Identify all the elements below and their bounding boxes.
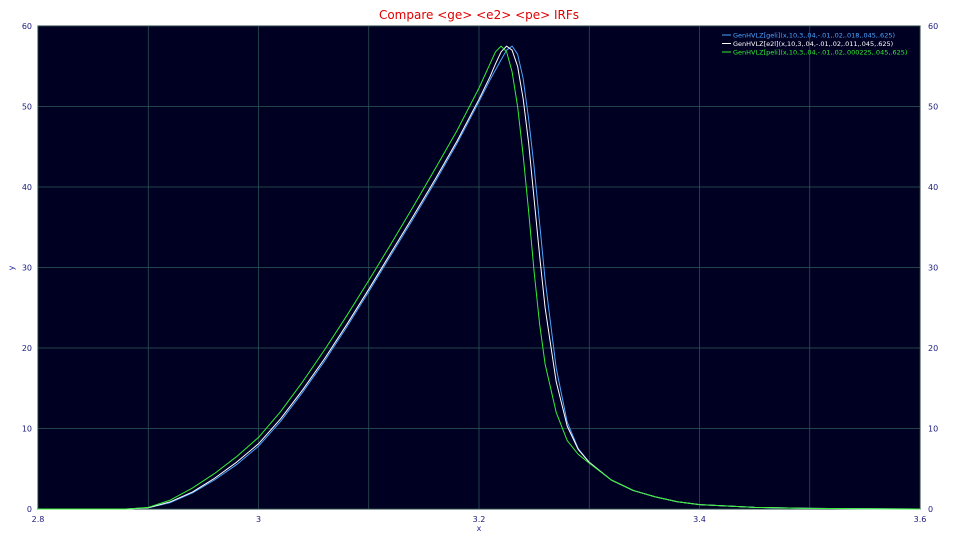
x-axis-label: x xyxy=(477,524,482,533)
legend-label: GenHVLZ[e2l](x,10,3,.04,-.01,.02,.011,.0… xyxy=(733,40,893,48)
x-axis: 2.8 3 3.2 3.4 3.6 xyxy=(32,515,927,524)
y-tick-label-left: 60 xyxy=(22,22,32,31)
y-tick-label-right: 30 xyxy=(928,264,938,273)
y-tick-label-left: 0 xyxy=(27,505,32,514)
x-tick-label: 3.6 xyxy=(914,515,927,524)
x-tick-label: 3.4 xyxy=(693,515,706,524)
y-tick-label-right: 10 xyxy=(928,425,938,434)
y-axis-right: 0 10 20 30 40 50 60 xyxy=(928,22,938,514)
x-tick-label: 3 xyxy=(256,515,261,524)
chart-title: Compare <ge> <e2> <pe> IRFs xyxy=(379,8,579,22)
x-tick-label: 3.2 xyxy=(473,515,486,524)
y-tick-label-right: 0 xyxy=(928,505,933,514)
x-tick-label: 2.8 xyxy=(32,515,45,524)
y-tick-label-right: 60 xyxy=(928,22,938,31)
chart: Compare <ge> <e2> <pe> IRFs 010203040506… xyxy=(7,8,938,533)
y-tick-label-right: 40 xyxy=(928,183,938,192)
y-tick-label-left: 30 xyxy=(22,264,32,273)
legend-label: GenHVLZ[geli](x,10,3,.04,-.01,.02,.018,.… xyxy=(733,31,895,39)
y-axis-label: y xyxy=(7,265,16,270)
legend-label: GenHVLZ[peli](x,10,3,.04,-.01,.02,.00022… xyxy=(733,48,907,56)
y-axis-left: 0 10 20 30 40 50 60 xyxy=(22,22,32,514)
y-tick-label-left: 40 xyxy=(22,183,32,192)
y-tick-label-right: 50 xyxy=(928,103,938,112)
y-tick-label-left: 10 xyxy=(22,425,32,434)
legend: GenHVLZ[geli](x,10,3,.04,-.01,.02,.018,.… xyxy=(722,31,907,56)
y-tick-label-left: 50 xyxy=(22,103,32,112)
y-tick-label-left: 20 xyxy=(22,344,32,353)
y-tick-label-right: 20 xyxy=(928,344,938,353)
